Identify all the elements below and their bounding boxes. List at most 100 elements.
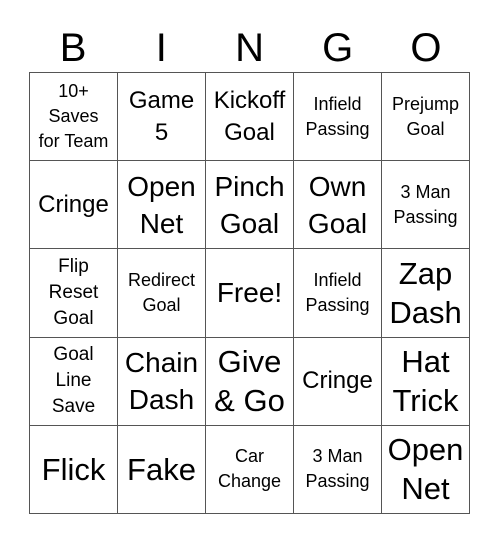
header-letter-g: G [322, 26, 354, 70]
cell-text-line: Passing [305, 118, 370, 139]
cell-text-line: Goal [53, 307, 94, 329]
cell-text-line: 10+ [58, 81, 89, 102]
cell-text: Prejump Goal [392, 92, 459, 142]
header-letter-i: I [155, 26, 167, 70]
cell-text-line: Change [217, 471, 282, 492]
cell-text-line: Hat [401, 344, 450, 380]
cell-text-line: Save [51, 396, 96, 418]
cell-text-line: Goal [219, 207, 280, 239]
cell-text-line: Cringe [302, 367, 373, 395]
cell-text-line: 5 [154, 118, 169, 146]
cell-text: Game 5 [129, 85, 194, 149]
cell-text-line: Line [55, 370, 92, 392]
cell-text-line: Saves [48, 106, 99, 127]
cell-text-line: Open [387, 432, 464, 468]
cell-text-line: Redirect [127, 269, 196, 290]
bingo-cell-r5-c5[interactable]: Open Net [382, 425, 470, 514]
cell-text: 3 Man Passing [393, 180, 457, 230]
header-letter-b: B [59, 26, 87, 70]
cell-text-line: Free! [216, 277, 283, 309]
cell-text-line: Passing [305, 471, 370, 492]
cell-text-line: Goal [224, 118, 275, 146]
bingo-cell-r3-c4[interactable]: Infield Passing [294, 249, 382, 338]
cell-text-line: Cringe [38, 190, 109, 218]
cell-text-line: Infield [313, 269, 362, 290]
cell-text: Flick [42, 450, 106, 489]
cell-text-line: Passing [305, 294, 370, 315]
header-letter-o: O [410, 26, 442, 70]
cell-text: Open Net [127, 168, 196, 242]
bingo-cell-r1-c2[interactable]: Game 5 [118, 73, 206, 162]
bingo-grid: 10+ Saves for Team Game 5 Kickoff Goal Infield P… [29, 72, 470, 514]
bingo-cell-r4-c5[interactable]: Hat Trick [382, 337, 470, 426]
cell-text-line: & Go [214, 383, 285, 419]
bingo-header: B I N G O [29, 24, 470, 72]
cell-text-line: Game [128, 86, 195, 114]
bingo-cell-r4-c4[interactable]: Cringe [294, 337, 382, 426]
bingo-cell-r1-c1[interactable]: 10+ Saves for Team [30, 73, 118, 162]
cell-text-line: Car [234, 446, 264, 467]
bingo-cell-r3-c2[interactable]: Redirect Goal [118, 249, 206, 338]
cell-text: Own Goal [308, 168, 367, 242]
bingo-cell-r1-c3[interactable]: Kickoff Goal [206, 73, 294, 162]
cell-text-line: Net [401, 471, 450, 507]
cell-text: Open Net [388, 430, 464, 508]
cell-text-line: Give [217, 344, 282, 380]
cell-text: Infield Passing [305, 92, 369, 142]
cell-text-line: Goal [142, 294, 181, 315]
cell-text: Goal Line Save [52, 342, 95, 420]
bingo-cell-r2-c4[interactable]: Own Goal [294, 161, 382, 250]
bingo-cell-r2-c3[interactable]: Pinch Goal [206, 161, 294, 250]
cell-text: Infield Passing [305, 268, 369, 318]
bingo-cell-r3-c1[interactable]: Flip Reset Goal [30, 249, 118, 338]
cell-text-line: Goal [307, 207, 368, 239]
bingo-cell-r4-c1[interactable]: Goal Line Save [30, 337, 118, 426]
cell-text-line: Reset [48, 281, 99, 303]
bingo-cell-r5-c2[interactable]: Fake [118, 425, 206, 514]
cell-text-line: Kickoff [213, 86, 286, 114]
cell-text-line: Open [127, 170, 196, 202]
cell-text: Car Change [218, 444, 281, 494]
cell-text-line: Dash [389, 294, 462, 330]
cell-text-line: Dash [128, 384, 195, 416]
cell-text-line: Trick [392, 383, 459, 419]
cell-text-line: Pinch [214, 170, 285, 202]
cell-text: Cringe [38, 189, 109, 221]
cell-text: 3 Man Passing [305, 444, 369, 494]
cell-text-line: for Team [38, 131, 109, 152]
bingo-cell-r4-c3[interactable]: Give & Go [206, 337, 294, 426]
cell-text: Fake [127, 450, 196, 489]
bingo-cell-r1-c4[interactable]: Infield Passing [294, 73, 382, 162]
cell-text: Redirect Goal [128, 268, 195, 318]
cell-text-line: Prejump [391, 93, 460, 114]
cell-text: Cringe [302, 365, 373, 397]
cell-text-line: 3 Man [400, 181, 451, 202]
cell-text-line: Infield [313, 93, 362, 114]
cell-text-line: Flip [58, 255, 89, 277]
bingo-cell-r4-c2[interactable]: Chain Dash [118, 337, 206, 426]
bingo-cell-r5-c3[interactable]: Car Change [206, 425, 294, 514]
bingo-cell-r2-c2[interactable]: Open Net [118, 161, 206, 250]
cell-text: Chain Dash [125, 344, 198, 418]
bingo-cell-r5-c1[interactable]: Flick [30, 425, 118, 514]
cell-text: 10+ Saves for Team [39, 79, 109, 154]
bingo-cell-r1-c5[interactable]: Prejump Goal [382, 73, 470, 162]
cell-text-line: Passing [393, 206, 458, 227]
bingo-cell-r2-c5[interactable]: 3 Man Passing [382, 161, 470, 250]
cell-text: Hat Trick [393, 342, 459, 420]
cell-text-line: 3 Man [312, 446, 363, 467]
cell-text-line: Goal [53, 344, 94, 366]
cell-text: Free! [217, 274, 282, 311]
cell-text-line: Fake [127, 451, 196, 487]
cell-text-line: Goal [406, 118, 445, 139]
bingo-cell-r5-c4[interactable]: 3 Man Passing [294, 425, 382, 514]
cell-text-line: Own [308, 170, 367, 202]
header-letter-n: N [235, 26, 264, 70]
cell-text: Flip Reset Goal [49, 254, 99, 332]
cell-text-line: Net [139, 207, 184, 239]
bingo-cell-r3-c3[interactable]: Free! [206, 249, 294, 338]
cell-text-line: Chain [124, 347, 199, 379]
bingo-cell-r3-c5[interactable]: Zap Dash [382, 249, 470, 338]
bingo-cell-r2-c1[interactable]: Cringe [30, 161, 118, 250]
cell-text: Give & Go [214, 342, 285, 420]
